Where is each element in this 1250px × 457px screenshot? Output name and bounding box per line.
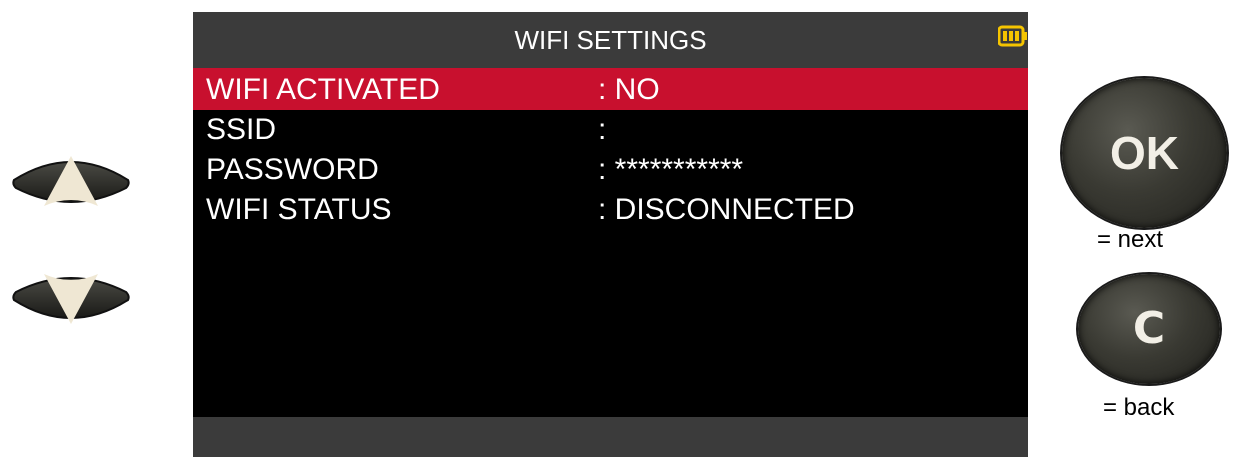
row-value: : bbox=[598, 113, 607, 146]
row-label: WIFI ACTIVATED bbox=[206, 73, 440, 106]
battery-full-icon bbox=[998, 25, 1027, 47]
menu-row-wifi-status[interactable]: WIFI STATUS : DISCONNECTED bbox=[193, 190, 1028, 230]
screen-title: WIFI SETTINGS bbox=[514, 25, 707, 55]
c-caption: = back bbox=[1103, 394, 1175, 421]
title-bar: WIFI SETTINGS bbox=[193, 12, 1028, 68]
up-arrow-key[interactable] bbox=[10, 150, 132, 224]
row-label: SSID bbox=[206, 113, 277, 146]
c-button[interactable]: C bbox=[1078, 274, 1220, 384]
settings-menu: WIFI ACTIVATED : NO SSID : PASSWORD : **… bbox=[193, 68, 1028, 230]
row-label: PASSWORD bbox=[206, 153, 379, 186]
arrow-down-icon bbox=[12, 274, 130, 324]
row-value: : DISCONNECTED bbox=[598, 193, 855, 226]
row-value: : NO bbox=[598, 73, 660, 106]
row-value: : *********** bbox=[598, 153, 744, 186]
footer-bar bbox=[193, 417, 1028, 457]
c-button-label: C bbox=[1132, 303, 1166, 354]
arrow-up-icon bbox=[12, 156, 130, 206]
ok-button[interactable]: OK bbox=[1062, 78, 1227, 228]
ok-caption: = next bbox=[1097, 226, 1164, 253]
device-screen: WIFI SETTINGS WIFI ACTIVATED : NO SSID : bbox=[193, 12, 1028, 457]
page: WIFI SETTINGS WIFI ACTIVATED : NO SSID : bbox=[0, 0, 1250, 457]
menu-row-ssid[interactable]: SSID : bbox=[193, 110, 1028, 150]
menu-row-password[interactable]: PASSWORD : *********** bbox=[193, 150, 1028, 190]
ok-button-label: OK bbox=[1110, 127, 1179, 179]
row-label: WIFI STATUS bbox=[206, 193, 392, 226]
down-arrow-key[interactable] bbox=[10, 256, 132, 330]
menu-row-wifi-activated[interactable]: WIFI ACTIVATED : NO bbox=[193, 68, 1028, 110]
